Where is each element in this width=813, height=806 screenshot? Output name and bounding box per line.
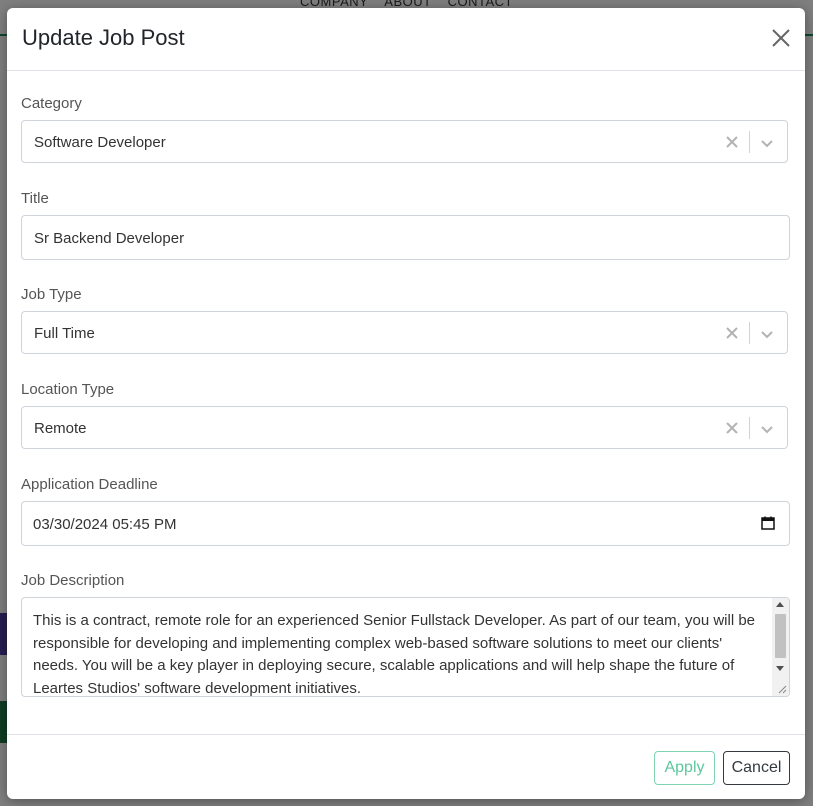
close-button[interactable] [769,26,793,50]
cancel-button[interactable]: Cancel [723,751,790,785]
job-type-select[interactable]: Full Time [21,311,788,354]
modal-title: Update Job Post [22,25,185,50]
description-label: Job Description [21,572,125,589]
modal-footer: Apply Cancel [7,734,805,799]
title-input[interactable]: Sr Backend Developer [21,215,790,260]
title-label: Title [21,190,49,207]
chevron-down-icon[interactable] [759,326,775,342]
description-scrollbar[interactable] [772,598,789,696]
indicator-separator [749,131,750,153]
job-type-value: Full Time [34,325,95,342]
title-value: Sr Backend Developer [34,230,185,247]
job-type-label: Job Type [21,286,82,303]
update-job-post-modal: Update Job Post Category Software Develo… [7,8,805,799]
close-icon[interactable] [769,26,793,50]
scroll-down-arrow-icon[interactable] [776,666,784,671]
clear-icon[interactable] [725,135,739,149]
category-select[interactable]: Software Developer [21,120,788,163]
location-type-value: Remote [34,420,87,437]
category-label: Category [21,95,82,112]
deadline-input[interactable]: 03/30/2024 05:45 PM [21,501,790,546]
modal-header: Update Job Post [7,8,805,71]
description-textarea[interactable]: This is a contract, remote role for an e… [21,597,790,697]
location-type-label: Location Type [21,381,115,398]
clear-icon[interactable] [725,421,739,435]
resize-grip-icon[interactable] [777,684,787,694]
calendar-icon[interactable] [761,516,775,530]
description-text: This is a contract, remote role for an e… [33,612,756,697]
chevron-down-icon[interactable] [759,135,775,151]
indicator-separator [749,417,750,439]
category-indicators [717,121,787,162]
location-type-select[interactable]: Remote [21,406,788,449]
clear-icon[interactable] [725,326,739,340]
deadline-label: Application Deadline [21,476,158,493]
apply-button[interactable]: Apply [654,751,715,785]
chevron-down-icon[interactable] [759,421,775,437]
scrollbar-thumb[interactable] [775,614,786,658]
category-value: Software Developer [34,134,166,151]
deadline-value: 03/30/2024 05:45 PM [33,516,177,533]
job-type-indicators [717,312,787,353]
location-type-indicators [717,407,787,448]
indicator-separator [749,322,750,344]
scroll-up-arrow-icon[interactable] [776,602,784,607]
